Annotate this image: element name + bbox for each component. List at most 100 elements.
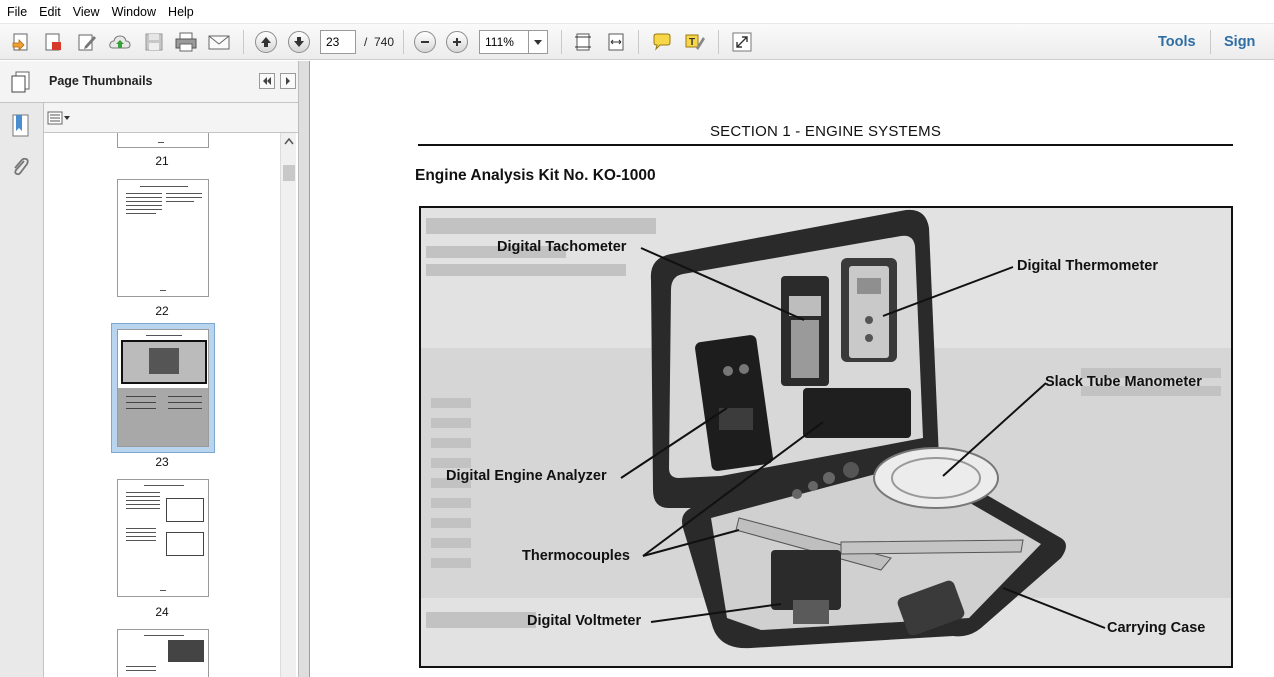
page-heading: Engine Analysis Kit No. KO-1000 bbox=[415, 167, 656, 184]
callout-digital-voltmeter: Digital Voltmeter bbox=[527, 613, 642, 629]
navigation-strip bbox=[0, 61, 44, 677]
menu-bar: File Edit View Window Help bbox=[0, 0, 1274, 24]
menu-edit[interactable]: Edit bbox=[33, 0, 67, 24]
highlight-button[interactable]: T bbox=[682, 29, 708, 55]
toolbar-separator bbox=[243, 30, 244, 54]
previous-page-button[interactable] bbox=[253, 29, 279, 55]
options-menu-button[interactable] bbox=[47, 109, 73, 127]
callout-carrying-case: Carrying Case bbox=[1107, 620, 1206, 636]
menu-window[interactable]: Window bbox=[106, 0, 162, 24]
print-button[interactable] bbox=[173, 29, 199, 55]
toolbar-separator bbox=[561, 30, 562, 54]
edit-pdf-icon bbox=[78, 34, 96, 51]
highlight-icon: T bbox=[685, 34, 705, 50]
scroll-up-icon bbox=[284, 138, 294, 145]
scrollbar-thumb[interactable] bbox=[283, 165, 295, 181]
printer-icon bbox=[175, 32, 197, 52]
thumbnails-header: Page Thumbnails bbox=[44, 61, 298, 103]
panel-expand-button[interactable] bbox=[280, 73, 296, 89]
document-area: SECTION 1 - ENGINE SYSTEMS Engine Analys… bbox=[310, 61, 1274, 677]
callout-thermocouples: Thermocouples bbox=[522, 548, 630, 564]
zoom-input[interactable]: 111% bbox=[479, 30, 529, 54]
arrow-up-icon bbox=[255, 31, 277, 53]
page-number-input[interactable]: 23 bbox=[320, 30, 356, 54]
thumbnail-label: 24 bbox=[155, 605, 169, 619]
thumbnails-scrollbar[interactable] bbox=[280, 133, 296, 677]
callout-digital-tachometer: Digital Tachometer bbox=[497, 239, 627, 255]
options-icon bbox=[47, 111, 70, 125]
toolbar-separator bbox=[1210, 30, 1211, 54]
toolbar: 23 / 740 111% T Tools Sign bbox=[0, 24, 1274, 60]
thumbnails-list: 21 22 23 24 bbox=[44, 133, 280, 677]
document-page: SECTION 1 - ENGINE SYSTEMS Engine Analys… bbox=[310, 61, 1272, 677]
menu-help[interactable]: Help bbox=[162, 0, 200, 24]
tools-button[interactable]: Tools bbox=[1158, 30, 1196, 54]
navigation-strip-header bbox=[0, 61, 44, 103]
upload-button[interactable] bbox=[107, 29, 133, 55]
engine-kit-photo bbox=[421, 208, 1231, 666]
page-total: 740 bbox=[374, 35, 395, 49]
fit-width-button[interactable] bbox=[603, 29, 629, 55]
thumbnail-page-25[interactable] bbox=[117, 629, 209, 677]
svg-text:T: T bbox=[689, 37, 695, 48]
export-pdf-button[interactable] bbox=[40, 29, 66, 55]
plus-icon bbox=[446, 31, 468, 53]
menu-file[interactable]: File bbox=[1, 0, 33, 24]
save-button[interactable] bbox=[141, 29, 167, 55]
thumbnail-label: 21 bbox=[155, 154, 169, 168]
section-rule bbox=[418, 144, 1233, 146]
toolbar-separator bbox=[638, 30, 639, 54]
fit-page-icon bbox=[575, 33, 591, 51]
email-button[interactable] bbox=[206, 29, 232, 55]
create-pdf-button[interactable] bbox=[8, 29, 34, 55]
chevron-right-icon bbox=[286, 77, 290, 85]
thumbnail-page-21[interactable] bbox=[117, 133, 209, 148]
thumbnail-page-23[interactable] bbox=[117, 329, 209, 447]
edit-pdf-button[interactable] bbox=[74, 29, 100, 55]
comment-button[interactable] bbox=[649, 29, 675, 55]
thumbnails-panel: Page Thumbnails 21 22 23 24 bbox=[44, 61, 298, 677]
double-chevron-left-icon bbox=[263, 77, 271, 85]
callout-slack-tube-manometer: Slack Tube Manometer bbox=[1045, 374, 1202, 390]
collapse-panel-button[interactable] bbox=[259, 73, 275, 89]
minus-icon bbox=[414, 31, 436, 53]
thumbnail-label: 23 bbox=[155, 455, 169, 469]
bookmarks-tab[interactable] bbox=[9, 113, 31, 142]
thumbnail-page-22[interactable] bbox=[117, 179, 209, 297]
thumbnail-viewport bbox=[121, 340, 207, 384]
menu-view[interactable]: View bbox=[67, 0, 106, 24]
callout-digital-thermometer: Digital Thermometer bbox=[1017, 258, 1158, 274]
pages-icon bbox=[11, 71, 30, 93]
kit-photo-figure: Digital Tachometer Digital Thermometer S… bbox=[419, 206, 1233, 668]
zoom-in-button[interactable] bbox=[444, 29, 470, 55]
cloud-upload-icon bbox=[109, 35, 131, 49]
panel-splitter[interactable] bbox=[298, 61, 310, 677]
expand-icon bbox=[732, 32, 752, 52]
thumbnails-options-bar bbox=[44, 103, 298, 133]
panel-title: Page Thumbnails bbox=[49, 74, 153, 88]
arrow-down-icon bbox=[288, 31, 310, 53]
full-screen-button[interactable] bbox=[729, 29, 755, 55]
export-pdf-icon bbox=[45, 33, 61, 51]
speech-bubble-icon bbox=[653, 33, 671, 51]
chevron-down-icon bbox=[534, 39, 542, 45]
callout-digital-engine-analyzer: Digital Engine Analyzer bbox=[446, 468, 607, 484]
envelope-icon bbox=[208, 35, 230, 50]
save-icon bbox=[145, 33, 163, 51]
create-pdf-icon bbox=[12, 33, 28, 51]
attachments-tab[interactable] bbox=[9, 155, 31, 182]
fit-page-button[interactable] bbox=[570, 29, 596, 55]
paperclip-icon bbox=[14, 157, 29, 176]
thumbnail-label: 22 bbox=[155, 304, 169, 318]
page-thumbnails-tab[interactable] bbox=[9, 70, 31, 97]
bookmark-icon bbox=[12, 114, 29, 137]
toolbar-separator bbox=[403, 30, 404, 54]
thumbnail-page-24[interactable] bbox=[117, 479, 209, 597]
zoom-dropdown-button[interactable] bbox=[528, 30, 548, 54]
sign-button[interactable]: Sign bbox=[1224, 30, 1255, 54]
page-separator: / bbox=[364, 35, 368, 49]
zoom-out-button[interactable] bbox=[412, 29, 438, 55]
fit-width-icon bbox=[608, 33, 624, 51]
section-title: SECTION 1 - ENGINE SYSTEMS bbox=[709, 123, 942, 140]
next-page-button[interactable] bbox=[286, 29, 312, 55]
